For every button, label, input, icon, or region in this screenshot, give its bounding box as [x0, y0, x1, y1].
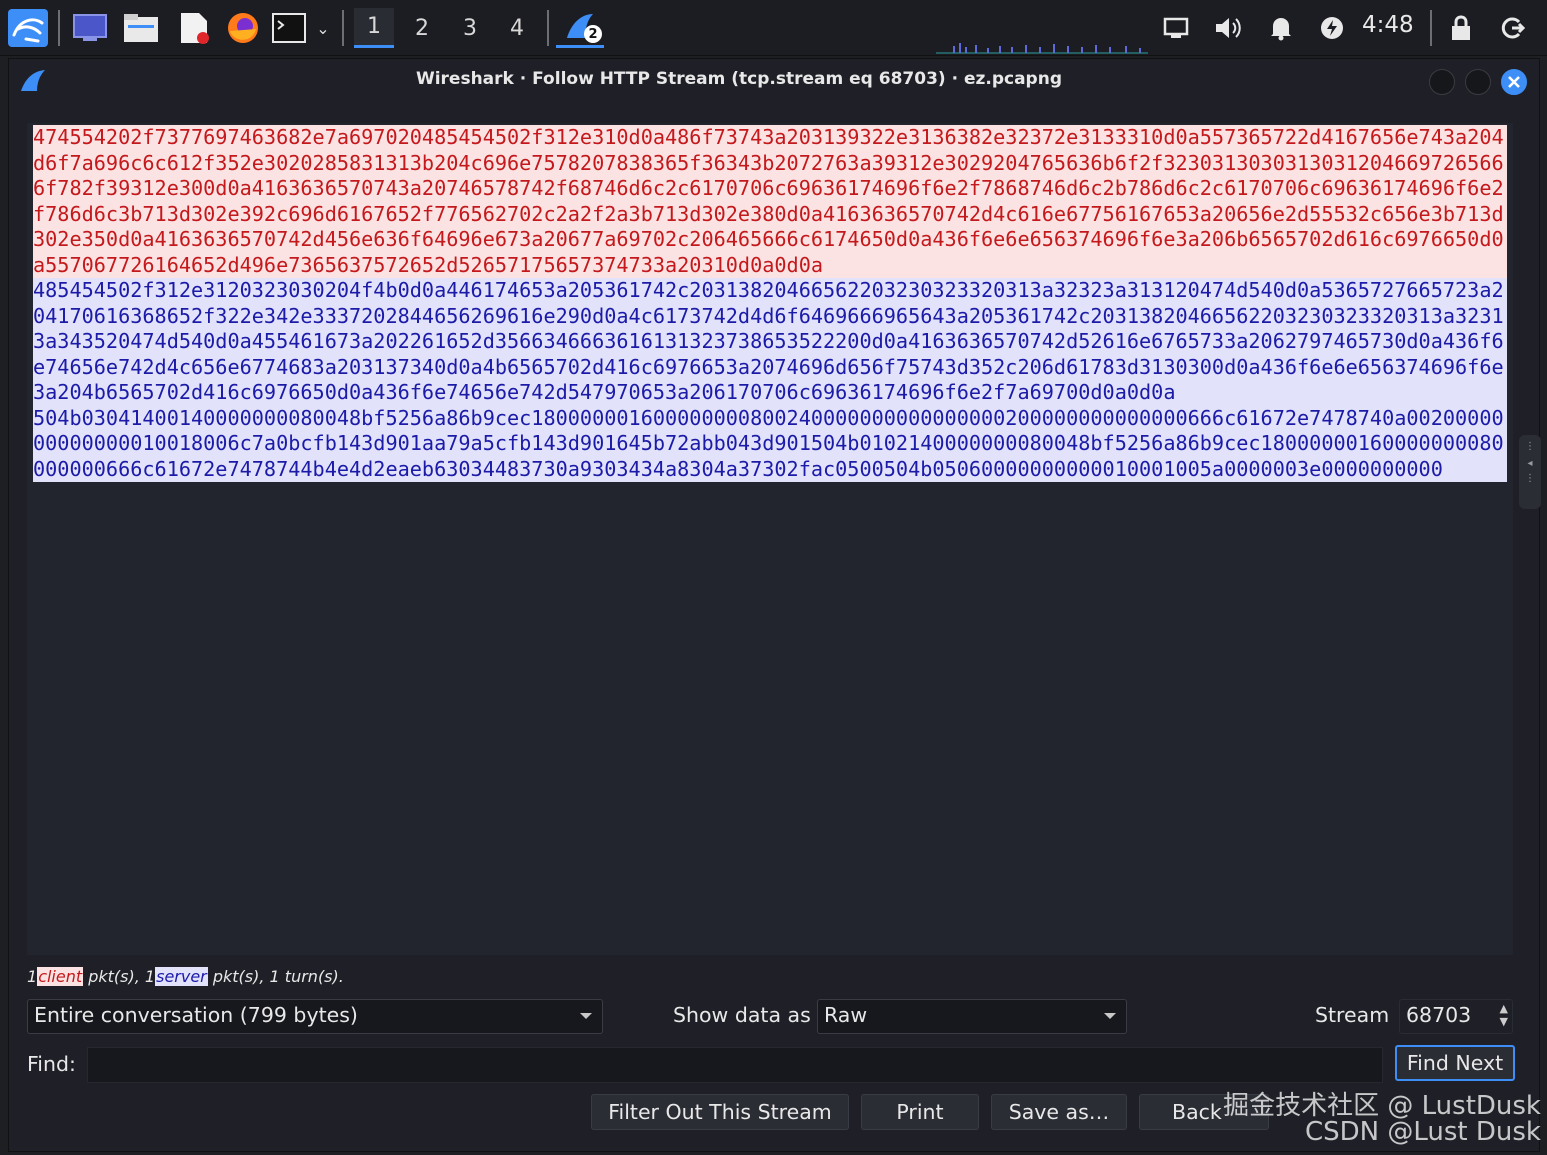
desktop-icon[interactable] [70, 8, 110, 48]
show-data-select[interactable]: Raw [817, 999, 1127, 1034]
network-activity-graph [936, 30, 1148, 54]
workspace-4[interactable]: 4 [497, 8, 537, 48]
close-icon [1508, 76, 1520, 88]
workspace-3[interactable]: 3 [450, 8, 490, 48]
spin-arrows-icon[interactable]: ▲ ▼ [1500, 1002, 1508, 1028]
power-manager-icon[interactable] [1316, 8, 1348, 48]
conversation-select[interactable]: Entire conversation (799 bytes) [27, 999, 603, 1034]
chevron-down-icon [1104, 1013, 1116, 1019]
server-count: 1 [144, 967, 156, 986]
show-data-select-value: Raw [824, 1003, 868, 1027]
find-label: Find: [27, 1052, 76, 1076]
lock-icon[interactable] [1446, 8, 1476, 48]
print-button[interactable]: Print [861, 1094, 979, 1130]
window-count-badge: 2 [584, 25, 602, 43]
window-title: Wireshark · Follow HTTP Stream (tcp.stre… [415, 69, 1063, 89]
stream-number-value: 68703 [1406, 1003, 1472, 1027]
minimize-button[interactable] [1429, 69, 1455, 95]
server-legend: server [155, 967, 208, 986]
summary-middle: pkt(s), [83, 967, 145, 986]
title-bar[interactable]: Wireshark · Follow HTTP Stream (tcp.stre… [9, 59, 1541, 103]
stream-number-spinbox[interactable]: 68703 ▲ ▼ [1399, 999, 1513, 1034]
chevron-down-icon[interactable]: ⌄ [312, 8, 334, 48]
top-panel: ⌄ 1 2 3 4 2 4:48 [0, 0, 1547, 56]
server-payload[interactable]: 504b03041400140000000080048bf5256a86b9ce… [33, 405, 1507, 482]
terminal-icon[interactable] [270, 8, 308, 48]
file-manager-icon[interactable] [120, 8, 162, 48]
kali-menu-icon[interactable] [6, 8, 50, 48]
client-count: 1 [27, 967, 38, 986]
workspace-1[interactable]: 1 [354, 8, 394, 48]
find-next-button[interactable]: Find Next [1395, 1045, 1515, 1081]
clock[interactable]: 4:48 [1362, 12, 1414, 38]
watermark: 掘金技术社区 @ LustDusk CSDN @Lust Dusk [1223, 1093, 1541, 1145]
logout-icon[interactable] [1498, 8, 1528, 48]
workspace-label: 2 [415, 15, 429, 41]
workspace-label: 3 [463, 15, 477, 41]
stream-label: Stream [1315, 1003, 1390, 1027]
notification-bell-icon[interactable] [1266, 8, 1296, 48]
workspace-2[interactable]: 2 [402, 8, 442, 48]
show-data-label: Show data as [673, 1003, 811, 1027]
stream-content-view[interactable]: 474554202f7377697463682e7a69702048545450… [27, 123, 1513, 955]
client-payload[interactable]: 474554202f7377697463682e7a69702048545450… [33, 125, 1507, 278]
display-icon[interactable] [1160, 8, 1192, 48]
watermark-line-1: 掘金技术社区 @ LustDusk [1223, 1091, 1541, 1121]
chevron-down-icon [580, 1013, 592, 1019]
save-as-button[interactable]: Save as… [991, 1094, 1127, 1130]
volume-icon[interactable] [1212, 8, 1246, 48]
follow-stream-dialog: Wireshark · Follow HTTP Stream (tcp.stre… [8, 58, 1541, 1152]
workspace-label: 1 [367, 14, 381, 39]
firefox-icon[interactable] [222, 8, 264, 48]
conversation-select-value: Entire conversation (799 bytes) [34, 1003, 358, 1027]
find-input[interactable] [87, 1047, 1383, 1083]
filter-out-stream-button[interactable]: Filter Out This Stream [591, 1094, 849, 1130]
watermark-line-2: CSDN @Lust Dusk [1304, 1117, 1541, 1147]
stream-summary: 1 client pkt(s), 1 server pkt(s), 1 turn… [27, 967, 344, 986]
wireshark-taskbar-button[interactable]: 2 [556, 8, 604, 48]
server-payload[interactable]: 485454502f312e3120323030204f4b0d0a446174… [33, 278, 1507, 406]
text-editor-icon[interactable] [174, 8, 214, 48]
scrollbar-handle[interactable]: ⋮ ◂ ⋮ [1519, 435, 1541, 509]
close-button[interactable] [1501, 69, 1527, 95]
maximize-button[interactable] [1465, 69, 1491, 95]
summary-tail: pkt(s), 1 turn(s). [207, 967, 344, 986]
workspace-label: 4 [510, 15, 524, 41]
client-legend: client [37, 967, 84, 986]
